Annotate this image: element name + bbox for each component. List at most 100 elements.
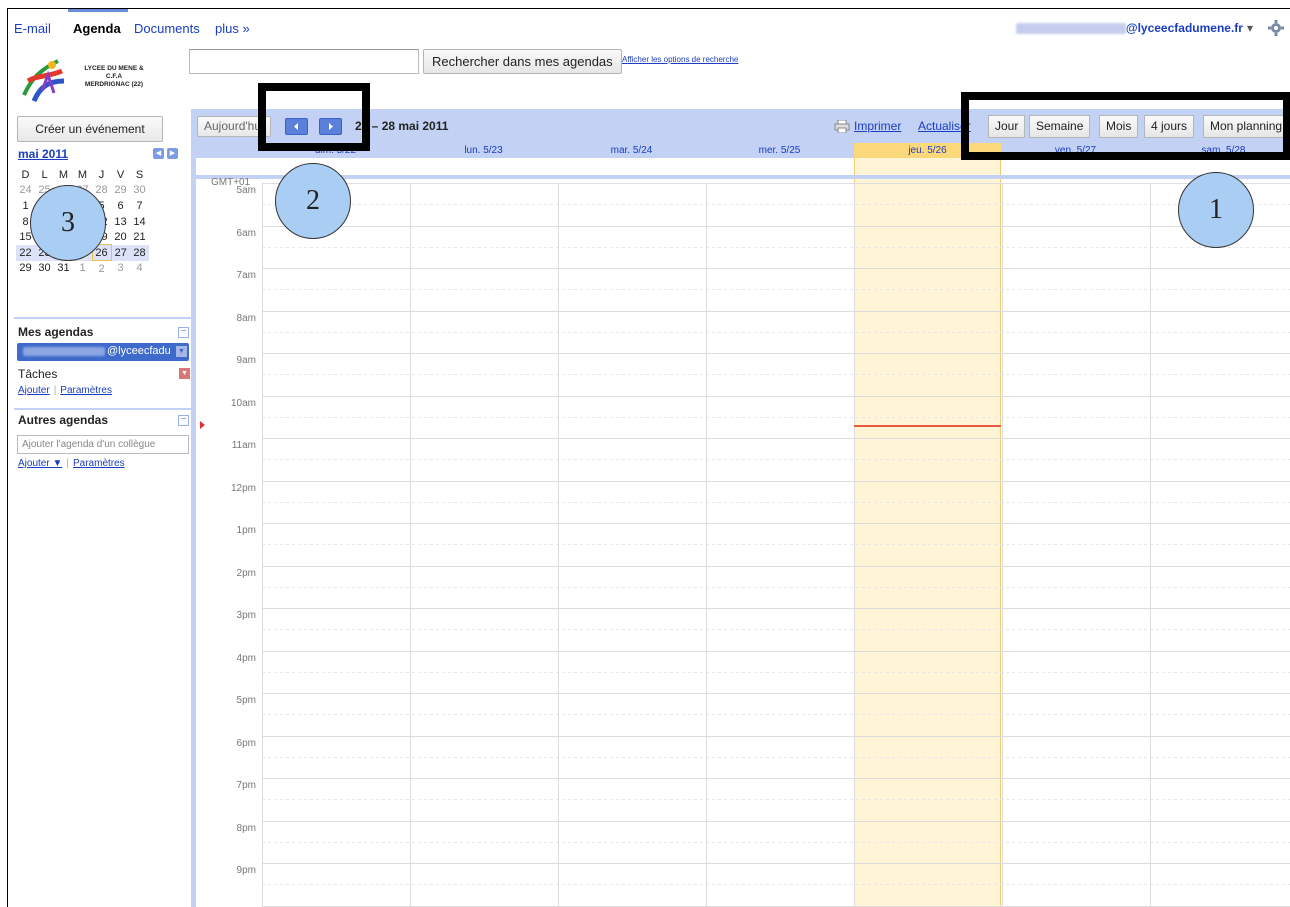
mini-calendar-week-row: 29 30 31 1 2 3 4 <box>16 261 149 277</box>
day-headers: dim. 5/22 lun. 5/23 mar. 5/24 mer. 5/25 jeu.… <box>196 143 1290 158</box>
day-header[interactable]: lun. 5/23 <box>410 143 557 158</box>
other-calendar-settings-link[interactable]: Paramètres <box>73 458 125 469</box>
next-period-button[interactable] <box>319 118 342 135</box>
mini-calendar-next-button[interactable]: ▶ <box>167 148 178 159</box>
callout-3: 3 <box>30 185 106 261</box>
mini-calendar-day[interactable]: 2 <box>92 261 111 277</box>
hour-label: 10am <box>230 398 256 409</box>
mini-calendar-day[interactable]: 4 <box>130 261 149 277</box>
mini-calendar-day[interactable]: 30 <box>130 183 149 199</box>
hour-grid-lines[interactable] <box>196 183 1290 907</box>
view-4days-button[interactable]: 4 jours <box>1144 115 1195 138</box>
other-calendars-title[interactable]: Autres agendas <box>18 413 108 427</box>
mini-calendar-day[interactable]: 29 <box>16 261 35 277</box>
view-day-button[interactable]: Jour <box>988 115 1026 138</box>
all-day-row[interactable]: GMT+01 <box>196 158 1290 188</box>
day-header[interactable]: mar. 5/24 <box>558 143 705 158</box>
refresh-link[interactable]: Actualiser <box>918 119 971 133</box>
add-colleague-calendar-input[interactable]: Ajouter l'agenda d'un collègue <box>17 435 189 454</box>
nav-more-link[interactable]: plus » <box>215 21 250 36</box>
weekday-label: S <box>135 168 144 181</box>
mini-calendar-prev-button[interactable]: ◀ <box>153 148 164 159</box>
weekday-label: M <box>58 168 69 181</box>
calendar-toolbar: Aujourd'hui 22 – 28 mai 2011 Imprimer Ac… <box>191 109 1290 143</box>
my-calendars-links: Ajouter | Paramètres <box>18 385 112 396</box>
school-logo-text: LYCEE DU MENE & C.F.A MERDRIGNAC (22) <box>84 65 144 88</box>
my-calendars-title[interactable]: Mes agendas <box>18 325 93 339</box>
printer-icon[interactable] <box>834 120 850 133</box>
nav-agenda-link[interactable]: Agenda <box>73 21 121 36</box>
mini-calendar-day[interactable]: 6 <box>111 198 130 214</box>
mini-calendar-day[interactable]: 28 <box>130 244 149 261</box>
nav-email-link[interactable]: E-mail <box>14 21 51 36</box>
weekday-label: J <box>98 168 105 181</box>
current-time-line <box>854 425 1001 427</box>
day-header[interactable]: dim. 5/22 <box>262 143 409 158</box>
collapse-icon[interactable]: − <box>178 415 189 426</box>
mini-calendar-day[interactable]: 29 <box>111 183 130 199</box>
hour-label: 4pm <box>236 653 256 664</box>
chevron-down-icon[interactable]: ▼ <box>176 346 187 357</box>
mini-calendar-day[interactable]: 20 <box>111 229 130 245</box>
mini-calendar-month-title[interactable]: mai 2011 <box>18 147 68 161</box>
add-calendar-link[interactable]: Ajouter <box>18 385 50 396</box>
day-header[interactable]: jeu. 5/26 <box>854 143 1001 158</box>
school-logo-graphic <box>22 59 65 103</box>
weekday-label: D <box>21 168 30 181</box>
account-name-blurred <box>1015 23 1126 35</box>
calendar-app-window: E-mail Agenda Documents plus » @lyceecfa… <box>7 8 1290 907</box>
mini-calendar-day[interactable]: 27 <box>111 244 130 261</box>
hour-label: 7pm <box>236 780 256 791</box>
my-calendar-item[interactable]: @lyceecfadu ▼ <box>17 343 189 361</box>
hour-label: 8am <box>236 313 256 324</box>
gear-icon[interactable] <box>1267 19 1285 37</box>
collapse-icon[interactable]: − <box>178 327 189 338</box>
mini-calendar-day[interactable]: 3 <box>111 261 130 277</box>
add-other-calendar-link[interactable]: Ajouter ▼ <box>18 458 62 469</box>
view-month-button[interactable]: Mois <box>1099 115 1139 138</box>
day-header[interactable]: sam. 5/28 <box>1150 143 1290 158</box>
tasks-calendar-item[interactable]: Tâches <box>18 367 57 381</box>
search-input[interactable] <box>189 49 419 74</box>
hour-label: 7am <box>236 270 256 281</box>
chevron-right-icon <box>329 123 333 130</box>
view-agenda-button[interactable]: Mon planning <box>1203 115 1290 138</box>
calendar-settings-link[interactable]: Paramètres <box>60 385 112 396</box>
mini-calendar-day[interactable]: 30 <box>35 261 54 277</box>
hour-label: 9pm <box>236 865 256 876</box>
hour-label: 11am <box>231 440 256 451</box>
mini-calendar-day[interactable]: 31 <box>54 261 73 277</box>
nav-documents-link[interactable]: Documents <box>134 21 200 36</box>
search-button[interactable]: Rechercher dans mes agendas <box>423 49 622 74</box>
chevron-down-icon[interactable]: ▼ <box>179 368 190 379</box>
week-grid: dim. 5/22 lun. 5/23 mar. 5/24 mer. 5/25 jeu.… <box>196 143 1290 907</box>
today-button[interactable]: Aujourd'hui <box>197 116 271 137</box>
hour-label: 8pm <box>236 823 256 834</box>
hour-label: 5pm <box>236 695 256 706</box>
mini-calendar-day[interactable]: 1 <box>73 261 92 277</box>
hour-label: 5am <box>236 185 256 196</box>
prev-period-button[interactable] <box>285 118 308 135</box>
weekday-label: M <box>77 168 88 181</box>
mini-calendar-day[interactable]: 14 <box>130 214 149 230</box>
mini-calendar-day[interactable]: 13 <box>111 214 130 230</box>
create-event-button[interactable]: Créer un événement <box>17 116 163 142</box>
callout-1: 1 <box>1178 172 1254 248</box>
mini-calendar-day[interactable]: 21 <box>130 229 149 245</box>
sidebar-divider <box>14 408 192 410</box>
print-link[interactable]: Imprimer <box>854 119 901 133</box>
chevron-left-icon <box>294 123 298 130</box>
mini-calendar-day[interactable]: 7 <box>130 198 149 214</box>
view-week-button[interactable]: Semaine <box>1029 115 1091 138</box>
mini-calendar-day[interactable]: 22 <box>16 244 35 261</box>
sidebar-divider <box>14 317 192 319</box>
chevron-down-icon: ▾ <box>1246 21 1253 35</box>
day-header[interactable]: mer. 5/25 <box>706 143 853 158</box>
day-header[interactable]: ven. 5/27 <box>1002 143 1149 158</box>
other-calendars-links: Ajouter ▼ | Paramètres <box>18 458 125 469</box>
search-options-link[interactable]: Afficher les options de recherche <box>622 55 738 64</box>
callout-2: 2 <box>275 163 351 239</box>
mini-calendar-day[interactable]: 24 <box>16 183 35 199</box>
account-menu[interactable]: @lyceecfadumene.fr ▾ <box>1015 21 1253 35</box>
date-range-title: 22 – 28 mai 2011 <box>355 119 449 133</box>
